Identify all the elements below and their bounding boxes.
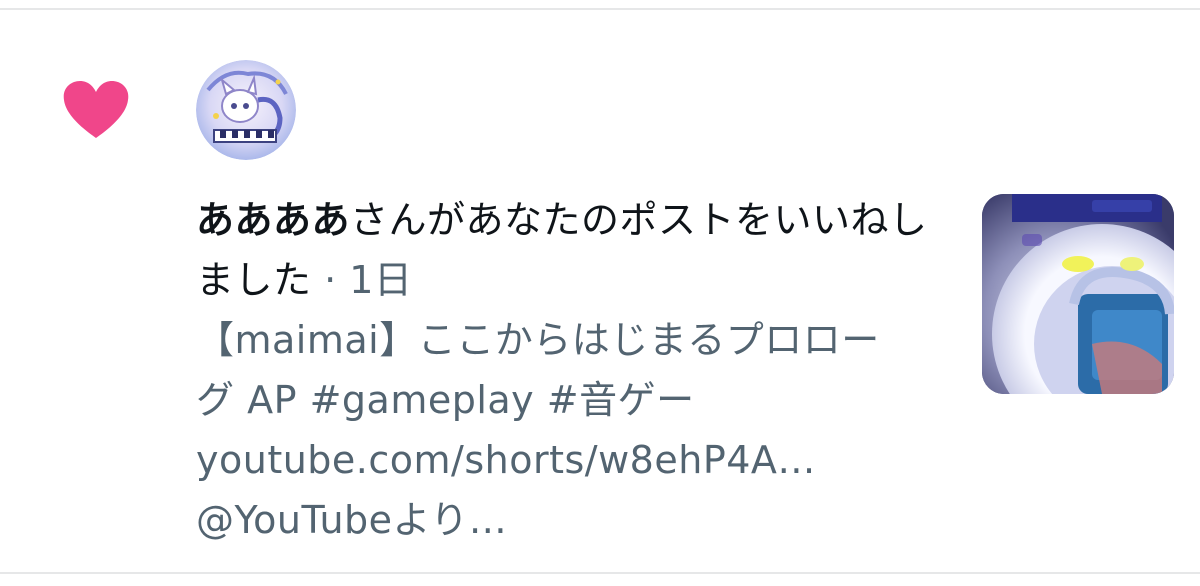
video-thumbnail <box>982 194 1174 394</box>
time-separator: · <box>324 258 337 302</box>
avatar-icon <box>196 60 296 160</box>
post-text-line: グ AP #gameplay #音ゲー <box>196 378 695 422</box>
post-text[interactable]: 【maimai】ここからはじまるプロロー グ AP #gameplay #音ゲー… <box>196 310 936 550</box>
like-notification[interactable]: ああああさんがあなたのポストをいいねしました · 1日 【maimai】ここから… <box>0 10 1200 572</box>
user-name-link[interactable]: ああああ <box>196 198 350 242</box>
post-thumbnail[interactable] <box>982 194 1174 394</box>
timestamp: 1日 <box>349 258 413 302</box>
divider <box>0 572 1200 574</box>
post-text-line: 【maimai】ここからはじまるプロロー <box>196 318 880 362</box>
heart-icon <box>63 81 129 138</box>
post-source-text: @YouTubeより… <box>196 498 508 542</box>
notification-headline: ああああさんがあなたのポストをいいねしました · 1日 <box>196 190 936 310</box>
post-link-text: youtube.com/shorts/w8ehP4A… <box>196 438 816 482</box>
avatar[interactable] <box>196 60 296 160</box>
notification-timeline: ああああさんがあなたのポストをいいねしました · 1日 【maimai】ここから… <box>0 0 1200 586</box>
notification-content: ああああさんがあなたのポストをいいねしました · 1日 【maimai】ここから… <box>196 190 956 550</box>
